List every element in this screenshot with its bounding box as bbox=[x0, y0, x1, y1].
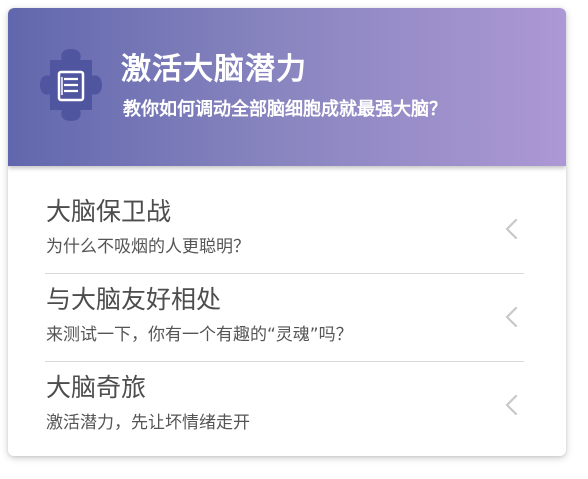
header-banner: 激活大脑潜力 教你如何调动全部脑细胞成就最强大脑？ bbox=[8, 8, 566, 166]
list-item-brain-journey[interactable]: 大脑奇旅 激活潜力，先让坏情绪走开 bbox=[45, 362, 524, 449]
content-card: 激活大脑潜力 教你如何调动全部脑细胞成就最强大脑？ 大脑保卫战 为什么不吸烟的人… bbox=[8, 8, 566, 456]
list-item-brain-friendly[interactable]: 与大脑友好相处 来测试一下，你有一个有趣的“灵魂”吗？ bbox=[45, 274, 524, 362]
page-title: 激活大脑潜力 bbox=[121, 52, 307, 87]
chevron-left-icon bbox=[505, 306, 518, 328]
item-title: 大脑奇旅 bbox=[46, 373, 147, 402]
list-item-brain-defense[interactable]: 大脑保卫战 为什么不吸烟的人更聪明？ bbox=[45, 186, 524, 274]
item-subtitle: 来测试一下，你有一个有趣的“灵魂”吗？ bbox=[46, 325, 353, 345]
item-subtitle: 激活潜力，先让坏情绪走开 bbox=[46, 413, 250, 433]
puzzle-document-icon bbox=[40, 49, 102, 121]
topic-list: 大脑保卫战 为什么不吸烟的人更聪明？ 与大脑友好相处 来测试一下，你有一个有趣的… bbox=[45, 186, 524, 449]
chevron-left-icon bbox=[505, 218, 518, 240]
page-subtitle: 教你如何调动全部脑细胞成就最强大脑？ bbox=[123, 99, 447, 120]
chevron-left-icon bbox=[505, 394, 518, 416]
item-title: 与大脑友好相处 bbox=[46, 285, 222, 314]
item-title: 大脑保卫战 bbox=[46, 197, 172, 226]
item-subtitle: 为什么不吸烟的人更聪明？ bbox=[46, 237, 250, 257]
